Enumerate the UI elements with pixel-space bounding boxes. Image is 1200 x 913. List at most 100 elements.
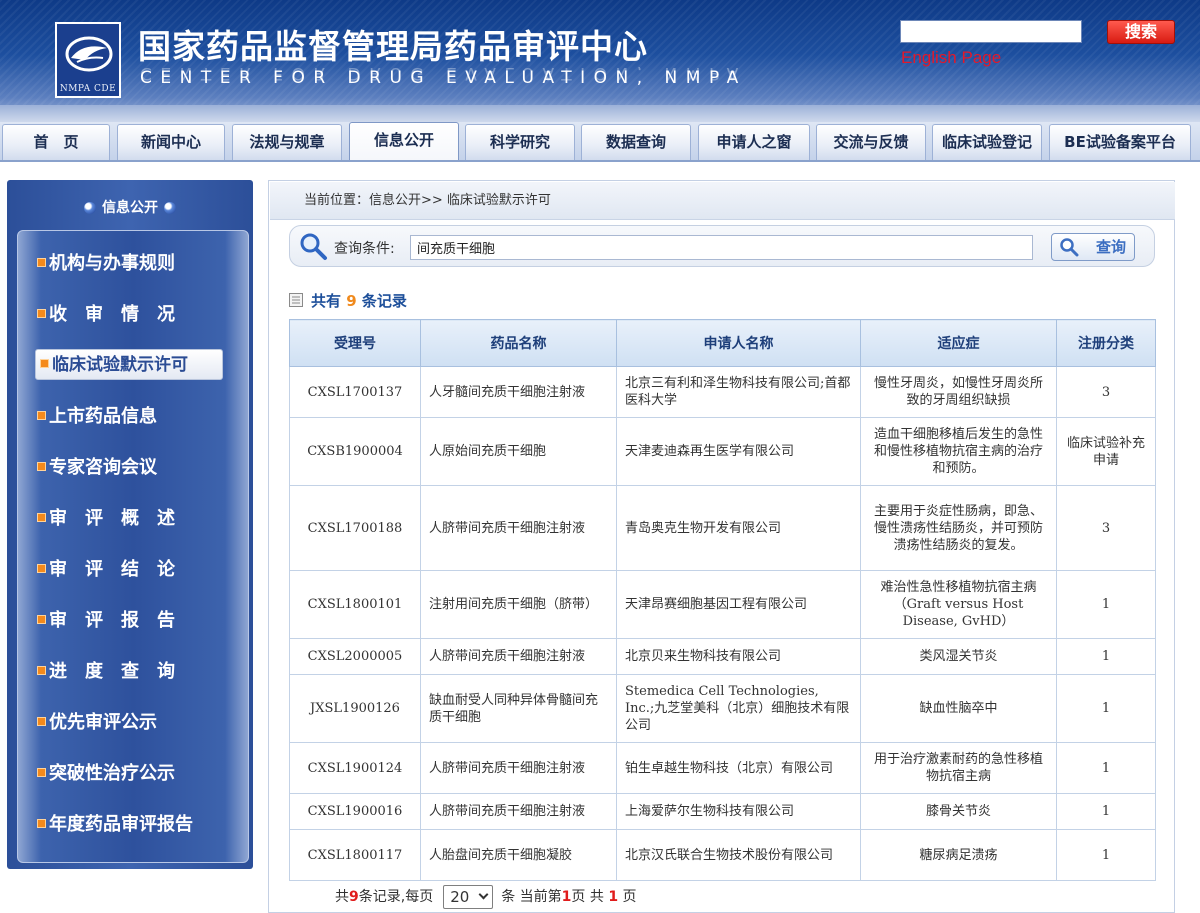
cell-drug[interactable]: 注射用间充质干细胞（脐带） [420,570,617,639]
cell-drug[interactable]: 人原始间充质干细胞 [420,417,617,486]
cell-id[interactable]: CXSL1800101 [289,570,421,639]
query-bar: 查询条件: 查询 [289,225,1155,267]
cell-indication: 难治性急性移植物抗宿主病（Graft versus Host Disease, … [860,570,1057,639]
cell-indication: 主要用于炎症性肠病，即急、慢性溃疡性结肠炎，并可预防溃疡性结肠炎的复发。 [860,485,1057,571]
table-row[interactable]: CXSL1900016 人脐带间充质干细胞注射液 上海爱萨尔生物科技有限公司 膝… [289,793,1156,830]
cell-category: 1 [1056,829,1156,881]
site-title: 国家药品监督管理局药品审评中心 [138,27,648,66]
column-header-id[interactable]: 受理号 [289,319,421,367]
bullet-orb-icon [84,202,96,214]
nav-tab-be-platform[interactable]: BE试验备案平台 [1049,124,1191,160]
cell-id[interactable]: JXSL1900126 [289,674,421,743]
table-row[interactable]: CXSL1800101 注射用间充质干细胞（脐带） 天津昂赛细胞基因工程有限公司… [289,570,1156,639]
bullet-icon [37,308,46,318]
search-icon [1060,238,1079,257]
sidebar-item-review-conclusion[interactable]: 审评结论 [37,555,193,585]
sidebar-item-marketed-drugs[interactable]: 上市药品信息 [37,402,157,432]
cell-category: 3 [1056,366,1156,418]
cell-category: 1 [1056,742,1156,794]
sidebar-item-annual-report[interactable]: 年度药品审评报告 [37,810,193,840]
site-header: NMPA CDE 国家药品监督管理局药品审评中心 CENTER FOR DRUG… [0,0,1200,122]
results-table: 受理号 药品名称 申请人名称 适应症 注册分类 CXSL1700137 人牙髓间… [289,319,1156,881]
cell-drug[interactable]: 人脐带间充质干细胞注射液 [420,793,617,830]
cell-indication: 用于治疗激素耐药的急性移植物抗宿主病 [860,742,1057,794]
magnifier-icon [300,233,327,260]
site-search-button[interactable]: 搜索 [1107,20,1175,44]
breadcrumb: 当前位置：信息公开>> 临床试验默示许可 [270,182,1175,220]
nav-tab-regulations[interactable]: 法规与规章 [232,124,342,160]
nav-tab-trial-registration[interactable]: 临床试验登记 [932,124,1042,160]
sidebar-item-priority-review[interactable]: 优先审评公示 [37,708,157,738]
sidebar-item-trial-permission[interactable]: 临床试验默示许可 [35,349,223,380]
table-row[interactable]: JXSL1900126 缺血耐受人同种异体骨髓间充质干细胞 Stemedica … [289,674,1156,743]
cell-indication: 膝骨关节炎 [860,793,1057,830]
query-button[interactable]: 查询 [1051,233,1135,261]
cell-id[interactable]: CXSB1900004 [289,417,421,486]
chevron-down-icon [478,889,489,900]
cell-id[interactable]: CXSL2000005 [289,638,421,675]
nav-tab-feedback[interactable]: 交流与反馈 [816,124,926,160]
english-page-link[interactable]: English Page [901,48,1001,68]
page-size-select[interactable]: 20 [443,885,494,909]
bullet-icon [37,716,46,726]
table-row[interactable]: CXSL1700188 人脐带间充质干细胞注射液 青岛奥克生物开发有限公司 主要… [289,485,1156,571]
cell-drug[interactable]: 人脐带间充质干细胞注射液 [420,485,617,571]
cell-id[interactable]: CXSL1700188 [289,485,421,571]
sidebar-item-expert-meeting[interactable]: 专家咨询会议 [37,453,157,483]
query-input[interactable] [410,235,1033,260]
current-page: 1 [561,889,572,905]
cell-category: 3 [1056,485,1156,571]
cell-drug[interactable]: 人牙髓间充质干细胞注射液 [420,366,617,418]
bullet-icon [37,512,46,522]
bullet-icon [37,563,46,573]
sidebar-item-progress-query[interactable]: 进度查询 [37,657,193,687]
nav-tab-info-disclosure[interactable]: 信息公开 [349,122,459,160]
table-row[interactable]: CXSB1900004 人原始间充质干细胞 天津麦迪森再生医学有限公司 造血干细… [289,417,1156,486]
cell-category: 1 [1056,793,1156,830]
logo-emblem-icon [65,36,113,72]
cell-applicant: 铂生卓越生物科技（北京）有限公司 [616,742,861,794]
sidebar-item-acceptance[interactable]: 收审情况 [37,300,193,330]
cell-drug[interactable]: 人脐带间充质干细胞注射液 [420,742,617,794]
cell-indication: 造血干细胞移植后发生的急性和慢性移植物抗宿主病的治疗和预防。 [860,417,1057,486]
sidebar-item-review-report[interactable]: 审评报告 [37,606,193,636]
table-row[interactable]: CXSL1700137 人牙髓间充质干细胞注射液 北京三有利和泽生物科技有限公司… [289,366,1156,418]
cell-applicant: 北京汉氏联合生物技术股份有限公司 [616,829,861,881]
query-label: 查询条件: [334,241,395,257]
cell-id[interactable]: CXSL1900124 [289,742,421,794]
table-row[interactable]: CXSL1900124 人脐带间充质干细胞注射液 铂生卓越生物科技（北京）有限公… [289,742,1156,794]
nav-tab-news[interactable]: 新闻中心 [117,124,225,160]
total-pages: 1 [608,889,619,905]
bullet-icon [37,767,46,777]
bullet-icon [40,358,49,368]
table-row[interactable]: CXSL2000005 人脐带间充质干细胞注射液 北京贝来生物科技有限公司 类风… [289,638,1156,675]
column-header-applicant[interactable]: 申请人名称 [616,319,861,367]
cell-category: 1 [1056,674,1156,743]
table-row[interactable]: CXSL1800117 人胎盘间充质干细胞凝胶 北京汉氏联合生物技术股份有限公司… [289,829,1156,881]
cell-drug[interactable]: 缺血耐受人同种异体骨髓间充质干细胞 [420,674,617,743]
nav-tab-data-query[interactable]: 数据查询 [581,124,691,160]
site-logo[interactable]: NMPA CDE [55,22,121,98]
nav-tab-applicant-window[interactable]: 申请人之窗 [698,124,810,160]
sidebar-item-breakthrough[interactable]: 突破性治疗公示 [37,759,175,789]
cell-drug[interactable]: 人胎盘间充质干细胞凝胶 [420,829,617,881]
list-icon [289,293,303,307]
pagination: 共9条记录,每页 20 条 当前第1页 共 1 页 [335,885,637,909]
nav-tab-home[interactable]: 首 页 [2,124,110,160]
cell-id[interactable]: CXSL1700137 [289,366,421,418]
bullet-icon [37,257,46,267]
cell-id[interactable]: CXSL1900016 [289,793,421,830]
nav-tab-research[interactable]: 科学研究 [465,124,575,160]
main-content: 当前位置：信息公开>> 临床试验默示许可 查询条件: 查询 共有 9 条记录 [268,180,1175,913]
cell-applicant: Stemedica Cell Technologies, Inc.;九芝堂美科（… [616,674,861,743]
site-search-input[interactable] [900,20,1082,43]
cell-applicant: 天津麦迪森再生医学有限公司 [616,417,861,486]
cell-id[interactable]: CXSL1800117 [289,829,421,881]
column-header-indication[interactable]: 适应症 [860,319,1057,367]
column-header-drug[interactable]: 药品名称 [420,319,617,367]
column-header-category[interactable]: 注册分类 [1056,319,1156,367]
cell-category: 1 [1056,638,1156,675]
cell-drug[interactable]: 人脐带间充质干细胞注射液 [420,638,617,675]
sidebar-item-rules[interactable]: 机构与办事规则 [37,249,175,279]
sidebar-item-review-overview[interactable]: 审评概述 [37,504,193,534]
